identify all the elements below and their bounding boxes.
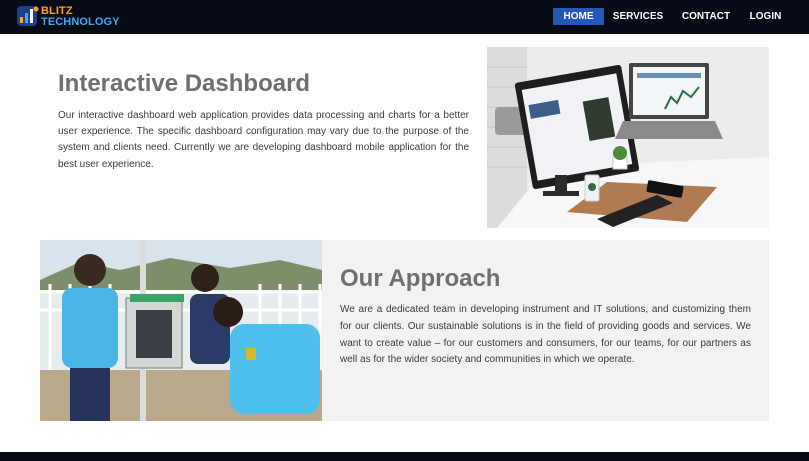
- nav-login[interactable]: LOGIN: [747, 8, 784, 25]
- top-navbar: BLITZ TECHNOLOGY HOME SERVICES CONTACT L…: [0, 0, 809, 34]
- dashboard-section-text: Our interactive dashboard web applicatio…: [58, 110, 469, 170]
- brand-logo[interactable]: BLITZ TECHNOLOGY: [16, 4, 126, 30]
- nav-services[interactable]: SERVICES: [612, 8, 664, 25]
- approach-panel: Our Approach We are a dedicated team in …: [322, 240, 769, 421]
- dashboard-section-title: Interactive Dashboard: [58, 70, 311, 97]
- footer-bar: [0, 452, 809, 461]
- approach-section-title: Our Approach: [340, 265, 501, 292]
- blitz-logo-icon: [17, 6, 39, 26]
- brand-name-line2: TECHNOLOGY: [41, 16, 120, 28]
- nav-home[interactable]: HOME: [553, 8, 604, 25]
- approach-photo: [40, 240, 322, 421]
- field-team-instrument-photo: [40, 240, 322, 421]
- approach-section-text: We are a dedicated team in developing in…: [340, 304, 751, 366]
- dashboard-photo: [487, 47, 769, 228]
- laptop-and-monitor-dashboard-photo: [487, 47, 769, 228]
- nav-contact[interactable]: CONTACT: [681, 8, 731, 25]
